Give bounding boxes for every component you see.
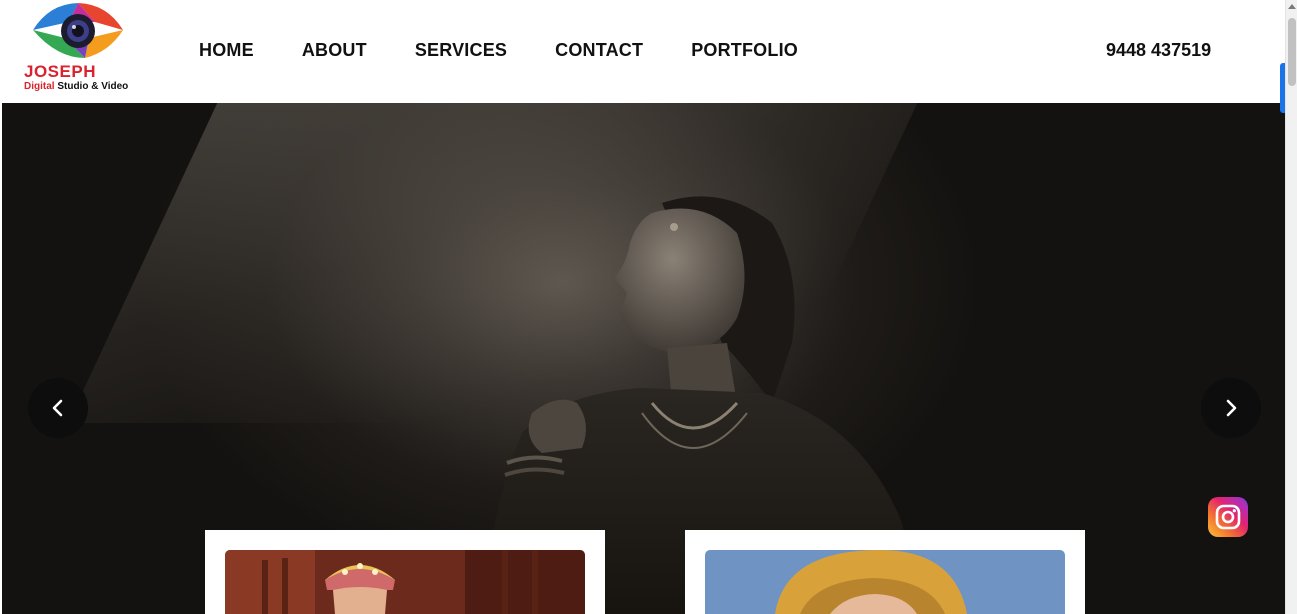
portfolio-card[interactable] — [205, 530, 605, 614]
portfolio-card[interactable] — [685, 530, 1085, 614]
nav-portfolio[interactable]: PORTFOLIO — [691, 40, 798, 61]
slider-prev-button[interactable] — [28, 378, 88, 438]
scrollbar-thumb[interactable] — [1288, 18, 1296, 86]
camera-lens-icon — [33, 3, 123, 58]
logo-tagline: Digital Studio & Video — [24, 81, 128, 92]
nav-services[interactable]: SERVICES — [415, 40, 507, 61]
bride-in-light-beam-photo — [482, 196, 922, 614]
site-header: JOSEPH Digital Studio & Video HOME ABOUT… — [0, 0, 1285, 103]
logo-name: JOSEPH — [24, 62, 96, 81]
nav-about[interactable]: ABOUT — [302, 40, 367, 61]
main-nav: HOME ABOUT SERVICES CONTACT PORTFOLIO — [199, 40, 846, 61]
logo-tagline-highlight: Digital — [24, 81, 55, 92]
page-scrollbar[interactable] — [1285, 0, 1297, 614]
phone-number[interactable]: 9448 437519 — [1106, 40, 1211, 61]
instagram-icon — [1215, 504, 1241, 530]
chevron-left-icon — [52, 399, 63, 417]
chevron-right-icon — [1226, 399, 1237, 417]
logo[interactable]: JOSEPH Digital Studio & Video — [22, 0, 134, 96]
logo-tagline-rest: Studio & Video — [54, 81, 129, 92]
scroll-up-arrow-icon[interactable] — [1288, 4, 1296, 9]
child-hat-photo — [705, 550, 1065, 614]
nav-home[interactable]: HOME — [199, 40, 254, 61]
hero-slider — [2, 103, 1285, 614]
slider-next-button[interactable] — [1201, 378, 1261, 438]
instagram-button[interactable] — [1208, 497, 1248, 537]
groom-photo — [225, 550, 585, 614]
nav-contact[interactable]: CONTACT — [555, 40, 643, 61]
